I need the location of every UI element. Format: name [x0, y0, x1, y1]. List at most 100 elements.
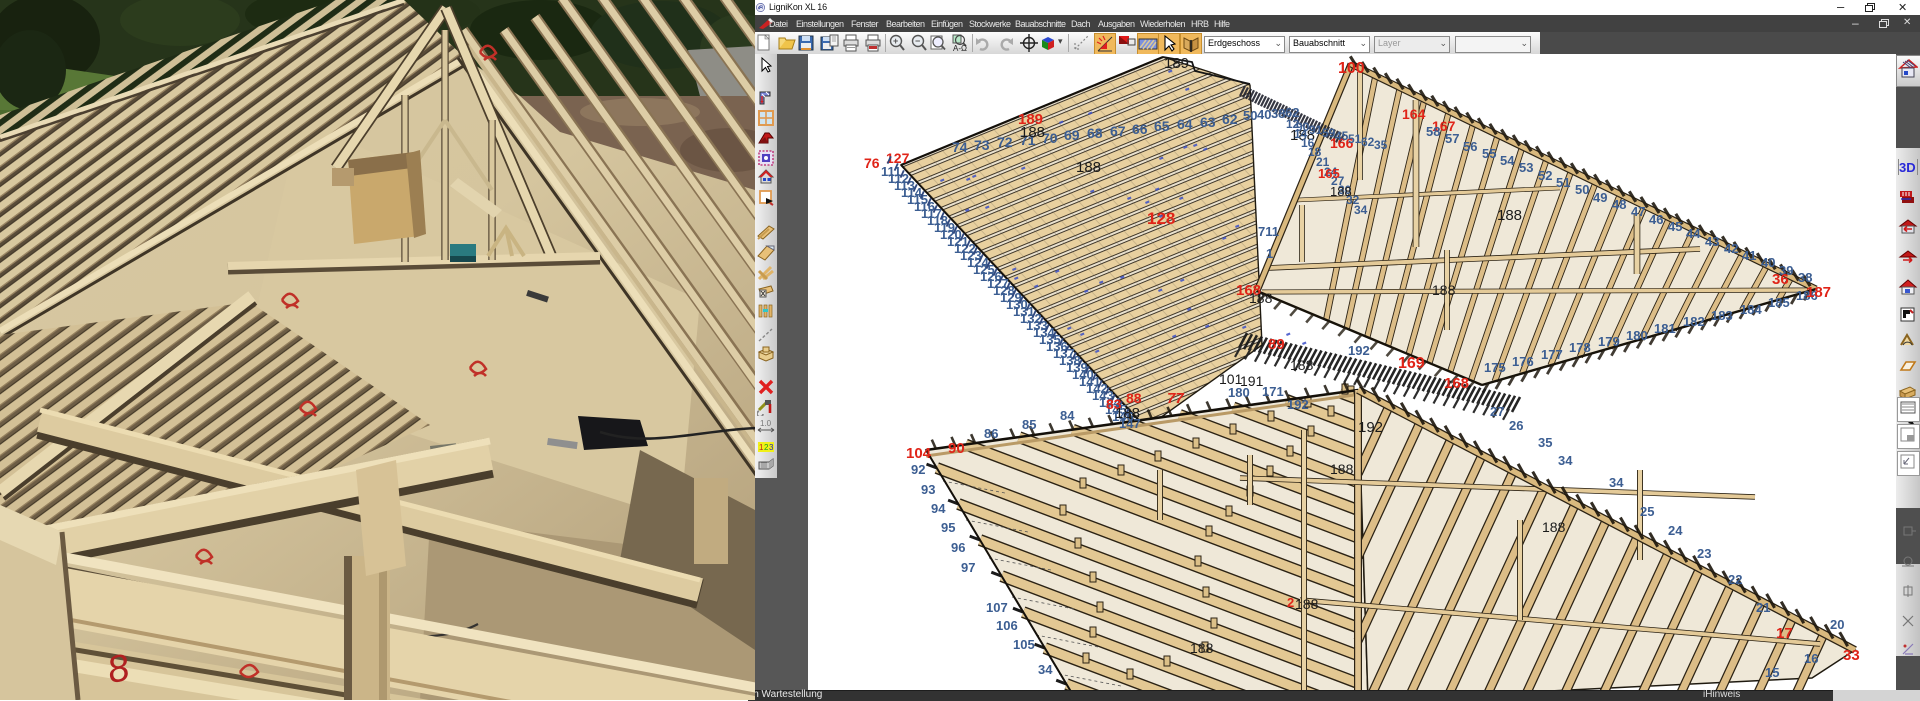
- svg-text:89: 89: [1268, 336, 1285, 353]
- svg-text:165: 165: [1318, 166, 1340, 181]
- svg-text:84: 84: [1060, 408, 1075, 423]
- svg-text:188: 188: [1542, 519, 1566, 535]
- svg-text:49: 49: [1593, 190, 1607, 205]
- svg-text:1: 1: [1266, 246, 1273, 261]
- svg-text:90: 90: [948, 440, 965, 457]
- svg-text:A-Ω: A-Ω: [953, 44, 967, 53]
- svg-text:73: 73: [974, 137, 990, 153]
- svg-text:26: 26: [1509, 418, 1523, 433]
- svg-text:35: 35: [1374, 138, 1388, 152]
- svg-text:24: 24: [1668, 523, 1683, 538]
- svg-text:41: 41: [1742, 248, 1756, 263]
- svg-text:77: 77: [1167, 390, 1184, 407]
- svg-text:16: 16: [1804, 651, 1818, 666]
- svg-text:169: 169: [1398, 355, 1425, 372]
- svg-text:93: 93: [921, 482, 935, 497]
- svg-text:91: 91: [1309, 123, 1323, 137]
- svg-text:164: 164: [1402, 106, 1426, 122]
- svg-text:62: 62: [1222, 111, 1238, 127]
- svg-text:43: 43: [1705, 234, 1719, 249]
- svg-text:45: 45: [1668, 219, 1682, 234]
- svg-text:188: 188: [1497, 207, 1522, 224]
- svg-text:192: 192: [1358, 419, 1383, 436]
- svg-text:67: 67: [1110, 123, 1126, 139]
- svg-text:22: 22: [1728, 572, 1742, 587]
- svg-text:34: 34: [1038, 662, 1053, 677]
- svg-text:188: 188: [1249, 290, 1273, 306]
- svg-text:66: 66: [1132, 121, 1148, 137]
- svg-text:92: 92: [911, 462, 925, 477]
- svg-text:100: 100: [1338, 60, 1365, 77]
- svg-text:188: 188: [1290, 357, 1314, 373]
- svg-text:104: 104: [906, 445, 932, 462]
- svg-text:27: 27: [1490, 404, 1504, 419]
- svg-text:3: 3: [769, 443, 774, 452]
- svg-text:64: 64: [1177, 116, 1193, 132]
- svg-text:36: 36: [1772, 271, 1789, 288]
- svg-text:179: 179: [1598, 334, 1620, 349]
- svg-text:184: 184: [1740, 302, 1762, 317]
- svg-text:51: 51: [1556, 175, 1570, 190]
- svg-text:65: 65: [1154, 118, 1170, 134]
- svg-text:187: 187: [1806, 284, 1831, 301]
- svg-text:53: 53: [1519, 160, 1533, 175]
- svg-text:192: 192: [1287, 397, 1309, 412]
- svg-text:40: 40: [1761, 255, 1775, 270]
- svg-text:34: 34: [1609, 475, 1624, 490]
- svg-text:97: 97: [961, 560, 975, 575]
- svg-text:181: 181: [1654, 321, 1676, 336]
- svg-text:189: 189: [1164, 55, 1189, 72]
- svg-text:52: 52: [1538, 168, 1552, 183]
- svg-text:76: 76: [864, 155, 880, 171]
- svg-text:171: 171: [1262, 384, 1284, 399]
- svg-text:88: 88: [1126, 390, 1142, 406]
- svg-text:40: 40: [1257, 107, 1271, 122]
- svg-text:45: 45: [1335, 129, 1349, 143]
- svg-text:128: 128: [1147, 209, 1175, 228]
- svg-text:38: 38: [1798, 270, 1812, 285]
- svg-text:50: 50: [1243, 108, 1257, 123]
- svg-text:55: 55: [1482, 146, 1496, 161]
- svg-text:711: 711: [1258, 224, 1279, 239]
- svg-text:51: 51: [1348, 132, 1362, 146]
- svg-text:3D: 3D: [1899, 160, 1916, 175]
- svg-text:59: 59: [1322, 126, 1336, 140]
- svg-text:188: 188: [1295, 596, 1319, 612]
- svg-text:+: +: [893, 36, 898, 46]
- svg-text:20: 20: [1830, 617, 1844, 632]
- svg-text:107: 107: [986, 600, 1008, 615]
- svg-text:57: 57: [1445, 131, 1459, 146]
- svg-text:168: 168: [1444, 375, 1469, 392]
- svg-text:175: 175: [1484, 360, 1506, 375]
- svg-text:192: 192: [1348, 343, 1370, 358]
- svg-text:48: 48: [1612, 197, 1626, 212]
- svg-text:25: 25: [1640, 504, 1654, 519]
- svg-text:188: 188: [1330, 184, 1352, 199]
- svg-text:54: 54: [1500, 153, 1515, 168]
- svg-text:95: 95: [941, 520, 955, 535]
- svg-text:35: 35: [1538, 435, 1552, 450]
- svg-text:178: 178: [1569, 340, 1591, 355]
- svg-text:44: 44: [1686, 226, 1701, 241]
- svg-text:15: 15: [1765, 665, 1779, 680]
- svg-text:188: 188: [1076, 159, 1101, 176]
- svg-text:182: 182: [1683, 314, 1705, 329]
- svg-text:74: 74: [952, 139, 968, 155]
- svg-text:17: 17: [1776, 625, 1793, 642]
- svg-text:56: 56: [1463, 139, 1477, 154]
- svg-text:1.0: 1.0: [760, 419, 772, 428]
- svg-text:21: 21: [1756, 600, 1770, 615]
- svg-text:62: 62: [1361, 135, 1375, 149]
- svg-text:188: 188: [1432, 282, 1456, 298]
- svg-text:42: 42: [1724, 241, 1738, 256]
- svg-text:63: 63: [1200, 114, 1216, 130]
- svg-text:72: 72: [997, 134, 1013, 150]
- svg-text:176: 176: [1512, 354, 1534, 369]
- svg-text:34: 34: [1354, 203, 1368, 217]
- svg-text:185: 185: [1768, 295, 1790, 310]
- svg-text:106: 106: [996, 618, 1018, 633]
- svg-text:50: 50: [1575, 182, 1589, 197]
- svg-text:38: 38: [1271, 106, 1285, 121]
- svg-text:2: 2: [1287, 595, 1294, 610]
- svg-text:58: 58: [1426, 124, 1440, 139]
